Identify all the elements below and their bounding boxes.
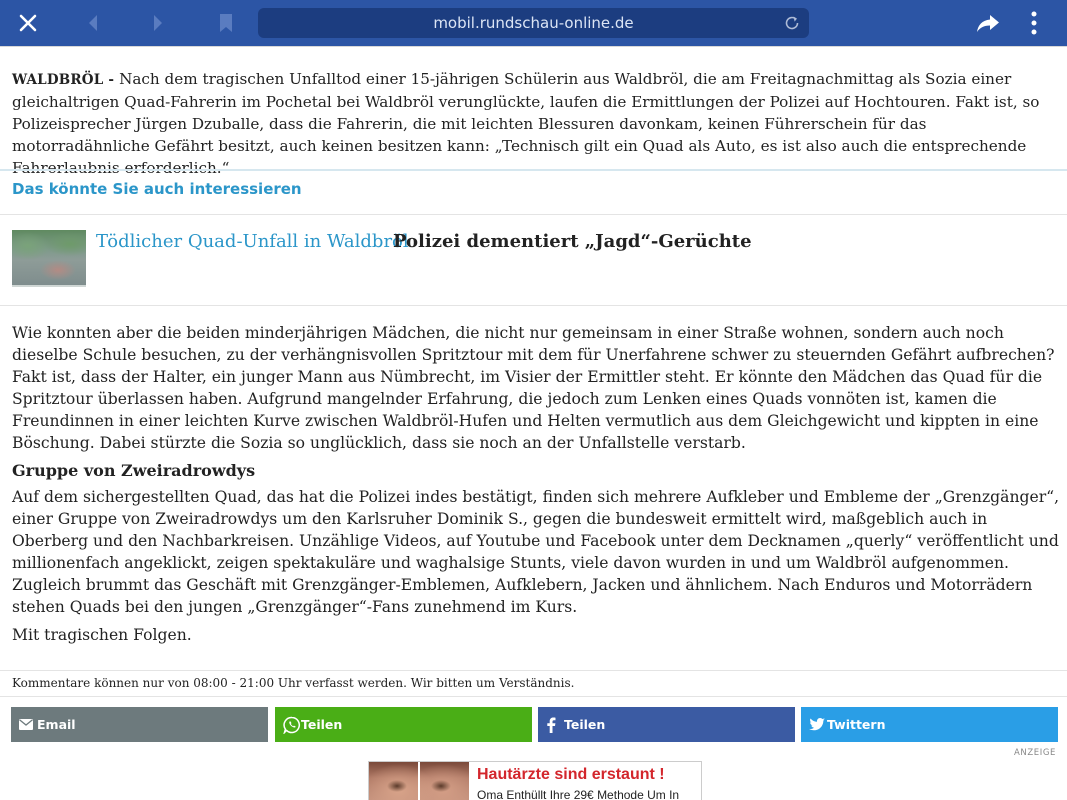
paragraph: Auf dem sichergestellten Quad, das hat d… — [12, 488, 1060, 616]
divider — [0, 305, 1067, 306]
paragraph: Wie konnten aber die beiden minderjährig… — [12, 324, 1055, 452]
divider — [0, 169, 1067, 171]
forward-arrow-icon[interactable] — [143, 0, 173, 46]
share-twitter-label: Twittern — [827, 717, 886, 732]
paragraph: Mit tragischen Folgen. — [12, 626, 192, 644]
related-heading: Das könnte Sie auch interessieren — [12, 180, 302, 198]
ad-title[interactable]: Hautärzte sind erstaunt ! — [477, 766, 665, 784]
share-email-button[interactable]: Email — [11, 707, 268, 742]
article-body: Wie konnten aber die beiden minderjährig… — [12, 322, 1060, 652]
share-whatsapp-button[interactable]: Teilen — [275, 707, 532, 742]
share-twitter-button[interactable]: Twittern — [801, 707, 1058, 742]
envelope-icon — [11, 719, 37, 730]
ad-image-divider — [418, 762, 420, 800]
whatsapp-icon — [275, 716, 301, 734]
divider — [0, 46, 1067, 47]
intro-text: Nach dem tragischen Unfalltod einer 15-j… — [12, 70, 1040, 177]
close-icon[interactable] — [10, 0, 46, 46]
ad-subtitle[interactable]: Oma Enthüllt Ihre 29€ Methode Um In — [477, 788, 679, 800]
subheading: Gruppe von Zweiradrowdys — [12, 461, 256, 480]
twitter-bird-icon — [801, 718, 827, 731]
related-title[interactable]: Polizei dementiert „Jagd“-Gerüchte — [393, 230, 752, 254]
browser-toolbar: mobil.rundschau-online.de — [0, 0, 1067, 46]
address-bar[interactable]: mobil.rundschau-online.de — [258, 8, 809, 38]
share-facebook-label: Teilen — [564, 717, 606, 732]
share-facebook-button[interactable]: Teilen — [538, 707, 795, 742]
facebook-icon — [538, 717, 564, 733]
related-thumbnail[interactable] — [12, 230, 86, 287]
dateline: WALDBRÖL - — [12, 72, 120, 88]
article-page: WALDBRÖL - Nach dem tragischen Unfalltod… — [0, 46, 1067, 800]
related-article-link[interactable]: Tödlicher Quad-Unfall in Waldbröl Polize… — [12, 230, 1052, 290]
divider — [0, 696, 1067, 697]
related-kicker[interactable]: Tödlicher Quad-Unfall in Waldbröl — [96, 230, 409, 254]
bookmark-icon[interactable] — [211, 0, 241, 46]
share-email-label: Email — [37, 717, 76, 732]
advertisement[interactable]: Hautärzte sind erstaunt ! Oma Enthüllt I… — [368, 761, 702, 800]
back-arrow-icon[interactable] — [78, 0, 108, 46]
share-arrow-icon[interactable] — [972, 0, 1004, 46]
share-whatsapp-label: Teilen — [301, 717, 343, 732]
reload-icon[interactable] — [781, 12, 803, 34]
ad-label: ANZEIGE — [1013, 748, 1056, 758]
more-menu-icon[interactable] — [1020, 0, 1048, 46]
address-url[interactable]: mobil.rundschau-online.de — [258, 8, 809, 38]
divider — [0, 670, 1067, 671]
divider — [0, 214, 1067, 215]
article-intro: WALDBRÖL - Nach dem tragischen Unfalltod… — [12, 68, 1058, 179]
comments-note: Kommentare können nur von 08:00 - 21:00 … — [12, 676, 575, 690]
